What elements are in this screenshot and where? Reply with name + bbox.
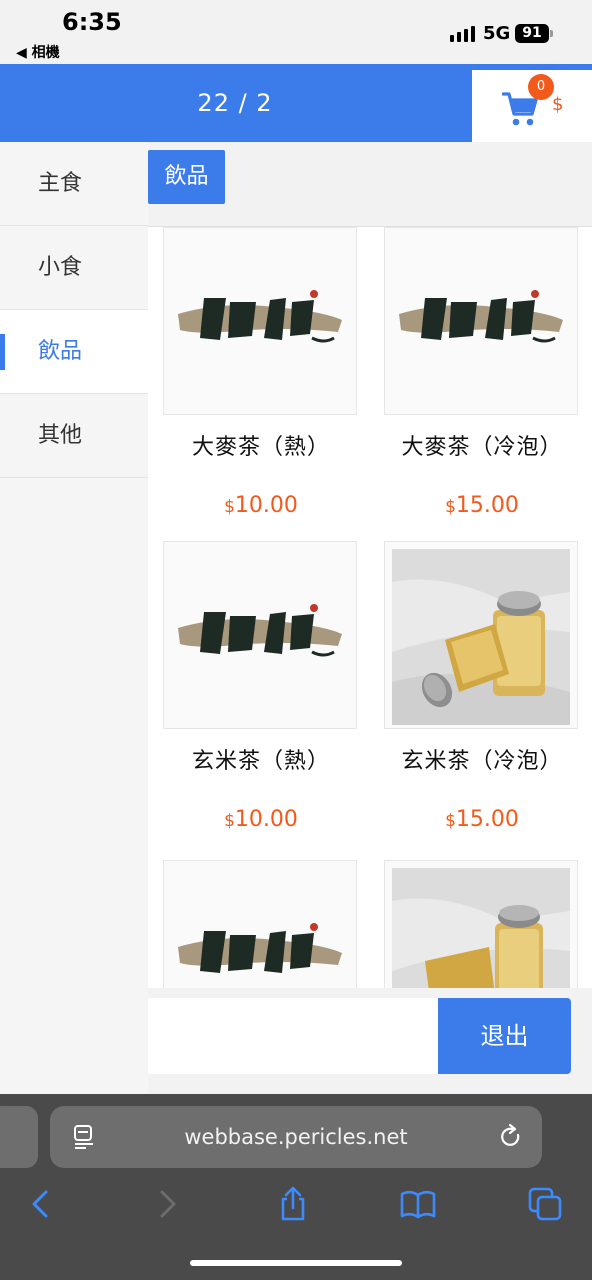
product-image [163,541,357,729]
category-item-drinks[interactable]: 飲品 [0,310,148,394]
brand-logo-image [164,228,356,414]
order-input-area[interactable] [148,998,438,1074]
screen: 6:35 ◀ 相機 5G 91 22 / 2 0 $ 主食 小食 飲品 其他 飲 [0,0,592,1280]
product-image [384,227,578,415]
clock: 6:35 [62,8,122,36]
forward-icon[interactable] [150,1186,186,1222]
battery-icon: 91 [515,24,549,43]
currency-symbol: $ [445,497,456,517]
category-item-others[interactable]: 其他 [0,394,148,478]
product-content: 飲品 大麥茶（熱） $10.00 大麥茶（冷泡） $15.00 玄米茶（熱） $… [148,142,592,1094]
back-to-app-link[interactable]: ◀ 相機 [16,42,60,62]
product-image [384,860,578,988]
product-name: 玄米茶（冷泡） [401,749,563,774]
currency-symbol: $ [445,811,456,831]
price-value: 10.00 [234,493,298,518]
page-indicator: 22 / 2 [197,89,273,117]
home-indicator[interactable] [190,1260,402,1266]
section-tag: 飲品 [148,150,225,204]
product-price: $15.00 [384,493,580,518]
product-card[interactable]: 大麥茶（冷泡） $15.00 [384,227,580,518]
category-item-snacks[interactable]: 小食 [0,226,148,310]
back-icon[interactable] [22,1186,58,1222]
product-image [163,860,357,988]
signal-icon [450,26,475,42]
share-icon[interactable] [275,1186,311,1222]
network-type: 5G [483,23,511,44]
category-sidebar: 主食 小食 飲品 其他 [0,142,148,1094]
product-card[interactable] [163,860,359,988]
address-bar[interactable]: webbase.pericles.net [50,1106,542,1168]
product-card[interactable]: 玄米茶（冷泡） $15.00 [384,541,580,832]
battery-tip [550,30,553,37]
previous-tab-preview[interactable] [0,1106,38,1168]
cart-count-badge: 0 [528,74,554,100]
browser-toolbar: webbase.pericles.net [0,1094,592,1280]
product-name: 大麥茶（熱） [191,435,330,460]
brand-logo-image [385,228,577,414]
tea-bottles-photo [385,861,577,988]
exit-button[interactable]: 退出 [438,998,571,1074]
reload-icon[interactable] [498,1123,524,1151]
tabs-icon[interactable] [527,1186,563,1222]
price-value: 15.00 [455,807,519,832]
tea-bottles-photo [385,542,577,728]
product-name: 大麥茶（冷泡） [401,435,563,460]
currency-symbol: $ [224,497,235,517]
product-image [163,227,357,415]
brand-logo-image [164,861,356,988]
bookmarks-icon[interactable] [400,1186,436,1222]
cart-button[interactable]: 0 $ [472,70,592,142]
url-text: webbase.pericles.net [184,1125,408,1149]
brand-logo-image [164,542,356,728]
product-card[interactable] [384,860,580,988]
product-price: $15.00 [384,807,580,832]
product-price: $10.00 [163,493,359,518]
product-price: $10.00 [163,807,359,832]
product-name: 玄米茶（熱） [191,749,330,774]
cart-total: $ [552,94,564,115]
product-grid: 大麥茶（熱） $10.00 大麥茶（冷泡） $15.00 玄米茶（熱） $10.… [148,226,592,988]
currency-symbol: $ [224,811,235,831]
category-item-main[interactable]: 主食 [0,142,148,226]
bottom-action-bar: 退出 [148,988,592,1094]
product-card[interactable]: 大麥茶（熱） $10.00 [163,227,359,518]
price-value: 15.00 [455,493,519,518]
product-image [384,541,578,729]
app-header: 22 / 2 0 $ [0,64,592,142]
price-value: 10.00 [234,807,298,832]
status-bar: 6:35 ◀ 相機 5G 91 [0,0,592,64]
product-card[interactable]: 玄米茶（熱） $10.00 [163,541,359,832]
